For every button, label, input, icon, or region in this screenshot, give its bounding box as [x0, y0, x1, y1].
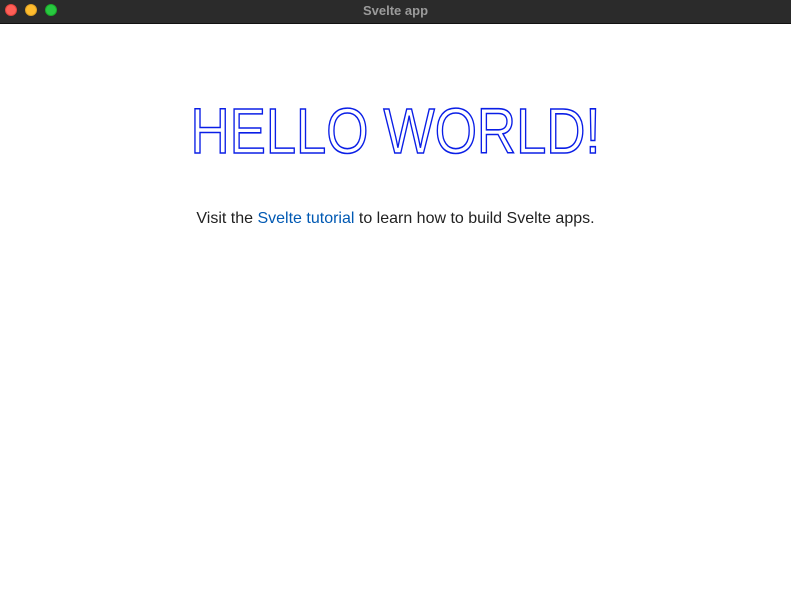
page-heading-text: HELLO WORLD! [190, 97, 602, 167]
page-heading: HELLO WORLD! [0, 97, 791, 167]
svelte-tutorial-link[interactable]: Svelte tutorial [257, 210, 354, 227]
intro-paragraph: Visit the Svelte tutorial to learn how t… [0, 209, 791, 229]
title-bar[interactable]: Svelte app [0, 0, 791, 24]
intro-suffix: to learn how to build Svelte apps. [354, 210, 595, 227]
intro-prefix: Visit the [196, 210, 258, 227]
heading-text: HELLO WORLD! [191, 97, 601, 167]
window-title: Svelte app [362, 3, 429, 18]
main-content: HELLO WORLD! Visit the Svelte tutorial t… [0, 25, 791, 591]
app-window: Svelte app HELLO WORLD! Visit the Svelte… [0, 0, 791, 591]
